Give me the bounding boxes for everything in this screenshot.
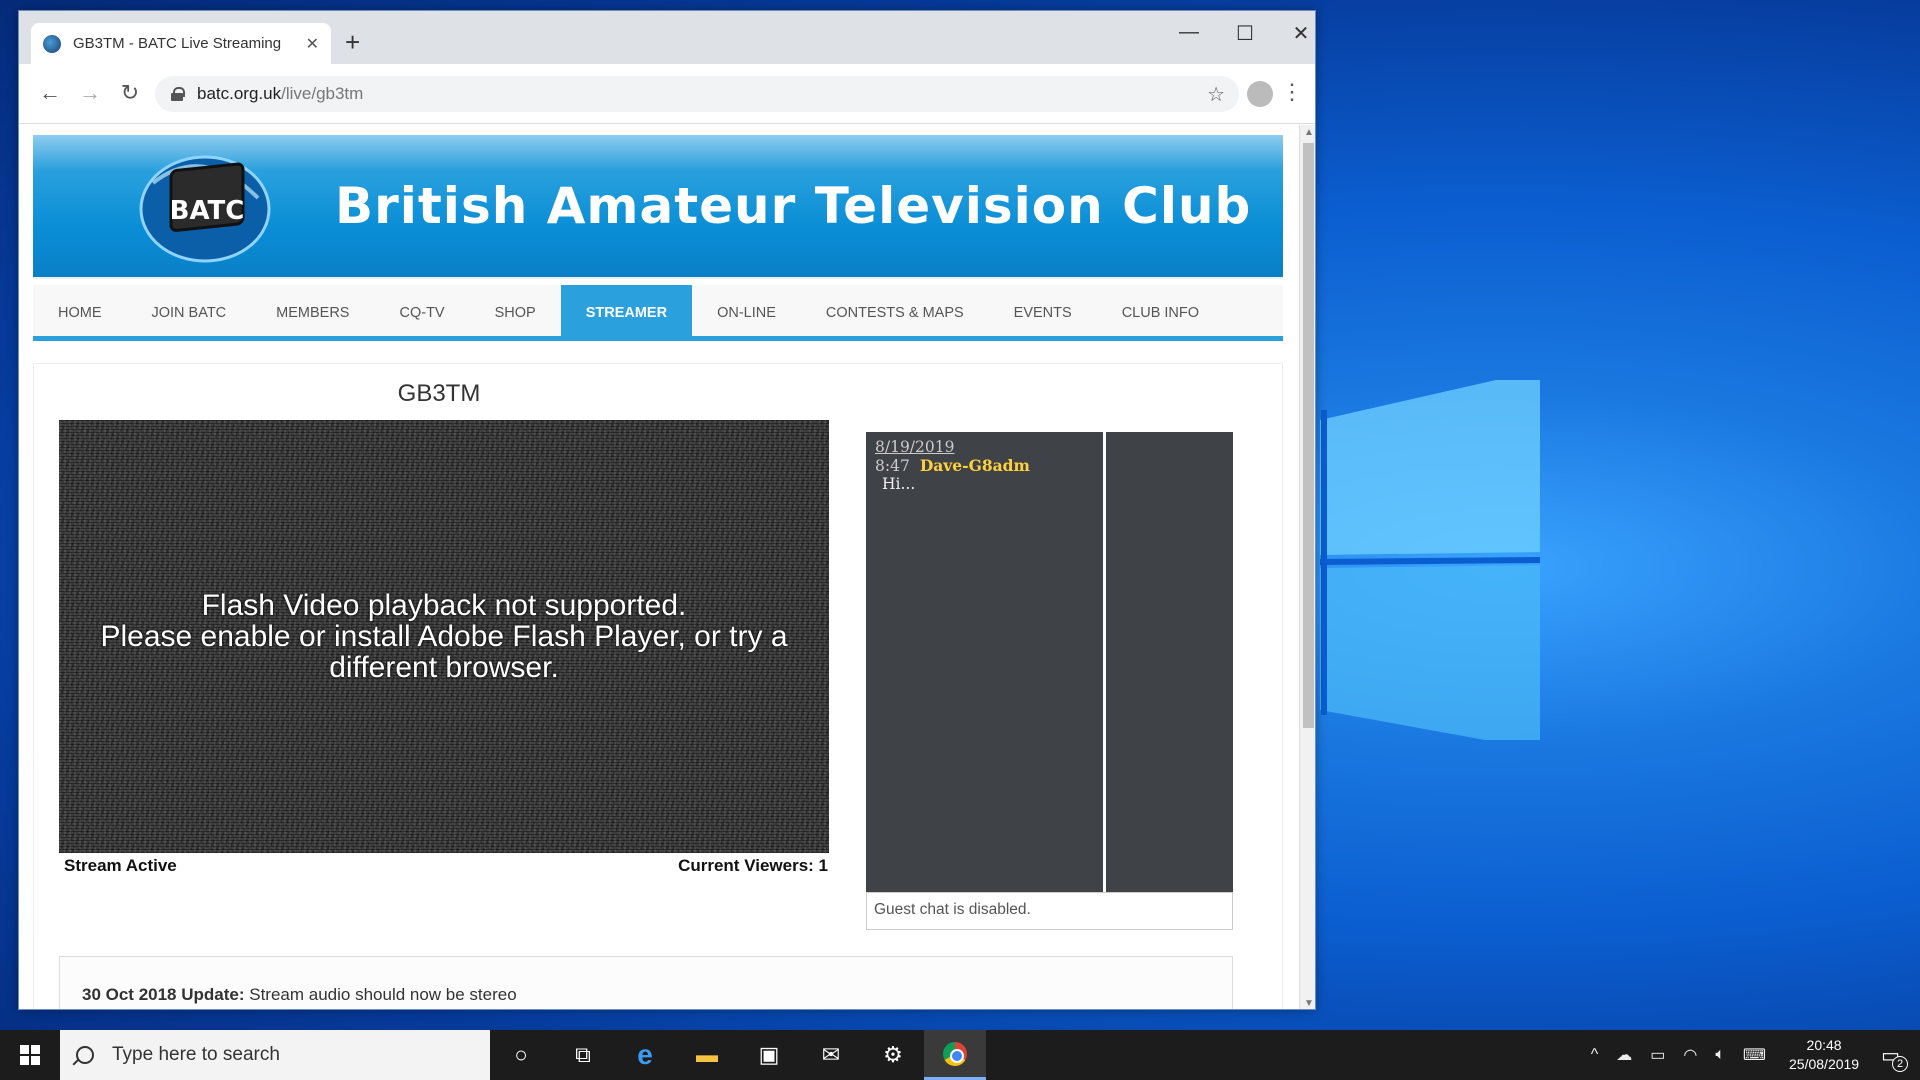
address-bar[interactable]: batc.org.uk/live/gb3tm ☆ <box>155 76 1239 112</box>
video-player[interactable]: Flash Video playback not supported. Plea… <box>59 420 829 853</box>
flash-message-line2: Please enable or install Adobe Flash Pla… <box>100 620 788 684</box>
url-path: /live/gb3tm <box>281 84 364 103</box>
menu-dots-icon[interactable]: ⋮ <box>1281 79 1303 105</box>
nav-shop[interactable]: SHOP <box>470 285 561 341</box>
lock-icon[interactable] <box>171 87 185 101</box>
chat-date: 8/19/2019 <box>875 438 955 456</box>
main-nav: HOME JOIN BATC MEMBERS CQ-TV SHOP STREAM… <box>33 285 1283 341</box>
chat-message-user: Dave-G8adm <box>919 456 1030 475</box>
nav-club-info[interactable]: CLUB INFO <box>1097 285 1224 341</box>
reload-icon[interactable]: ↻ <box>115 80 145 106</box>
update-message: Stream audio should now be stereo <box>244 985 517 1004</box>
stream-content: GB3TM Flash Video playback not supported… <box>33 363 1283 1009</box>
keyboard-icon[interactable]: ⌨ <box>1743 1045 1766 1065</box>
flash-message-line1: Flash Video playback not supported. <box>201 589 687 622</box>
page-title: GB3TM <box>397 380 481 407</box>
windows-taskbar: Type here to search ○ ⧉ e ▬ ▣ ✉ ⚙ ^ ☁ ▭ … <box>0 1030 1920 1080</box>
batc-favicon-icon <box>43 34 61 53</box>
start-button[interactable] <box>0 1030 60 1080</box>
viewer-count: Current Viewers: 1 <box>678 856 828 875</box>
battery-icon[interactable]: ▭ <box>1650 1045 1665 1065</box>
clock-time: 20:48 <box>1806 1037 1842 1053</box>
search-placeholder: Type here to search <box>112 1044 280 1065</box>
batc-logo[interactable]: BATC <box>133 153 273 265</box>
scroll-thumb[interactable] <box>1303 143 1314 728</box>
forward-arrow-icon[interactable]: → <box>75 80 105 106</box>
onedrive-icon[interactable]: ☁ <box>1616 1045 1632 1065</box>
chat-message: 8:47 Dave-G8adm Hi... <box>875 456 1094 493</box>
chat-message-text: Hi... <box>882 475 916 493</box>
site-title: British Amateur Television Club <box>335 177 1252 235</box>
chat-messages[interactable]: 8/19/2019 8:47 Dave-G8adm Hi... <box>866 432 1106 892</box>
new-tab-button[interactable]: + <box>345 27 360 58</box>
site-banner: BATC British Amateur Television Club <box>33 135 1283 279</box>
browser-toolbar: ← → ↻ batc.org.uk/live/gb3tm ☆ ⋮ <box>19 64 1315 124</box>
task-view-icon[interactable]: ⧉ <box>552 1030 614 1080</box>
windows-start-icon <box>20 1045 40 1065</box>
show-hidden-icons-icon[interactable]: ^ <box>1591 1046 1599 1064</box>
clock-date: 25/08/2019 <box>1789 1056 1860 1072</box>
nav-join-batc[interactable]: JOIN BATC <box>127 285 252 341</box>
chrome-logo-icon <box>943 1041 967 1066</box>
notification-icon[interactable]: ▭ 2 <box>1881 1043 1908 1072</box>
nav-contests-maps[interactable]: CONTESTS & MAPS <box>801 285 989 341</box>
title-bar: GB3TM - BATC Live Streaming ✕ + — ☐ ✕ <box>19 11 1315 64</box>
scroll-up-icon[interactable]: ▲ <box>1300 127 1315 138</box>
flash-unsupported-message: Flash Video playback not supported. Plea… <box>74 590 814 683</box>
nav-cq-tv[interactable]: CQ-TV <box>374 285 469 341</box>
nav-on-line[interactable]: ON-LINE <box>692 285 801 341</box>
taskbar-search[interactable]: Type here to search <box>60 1030 490 1080</box>
close-window-button[interactable]: ✕ <box>1281 21 1315 46</box>
chat-message-time: 8:47 <box>875 457 910 475</box>
scroll-down-icon[interactable]: ▼ <box>1300 998 1315 1009</box>
settings-icon[interactable]: ⚙ <box>862 1030 924 1080</box>
volume-icon[interactable]: 🔈︎ <box>1715 1046 1725 1064</box>
page-scrollbar[interactable]: ▲ ▼ <box>1299 125 1315 1009</box>
nav-home[interactable]: HOME <box>33 285 127 341</box>
file-explorer-icon[interactable]: ▬ <box>676 1030 738 1080</box>
chat-user-list[interactable] <box>1109 432 1233 892</box>
star-icon[interactable]: ☆ <box>1207 82 1225 107</box>
notification-badge: 2 <box>1892 1055 1908 1072</box>
search-icon <box>76 1046 94 1064</box>
url-host: batc.org.uk <box>197 84 282 103</box>
back-arrow-icon[interactable]: ← <box>35 80 65 106</box>
page-viewport: BATC British Amateur Television Club HOM… <box>19 125 1299 1009</box>
nav-streamer[interactable]: STREAMER <box>560 285 693 341</box>
chrome-icon[interactable] <box>924 1030 986 1080</box>
update-notice: 30 Oct 2018 Update: Stream audio should … <box>59 956 1233 1009</box>
logo-text: BATC <box>170 196 245 226</box>
chat-panel: 8/19/2019 8:47 Dave-G8adm Hi... <box>866 432 1233 892</box>
nav-members[interactable]: MEMBERS <box>251 285 374 341</box>
nav-events[interactable]: EVENTS <box>989 285 1097 341</box>
mail-icon[interactable]: ✉ <box>800 1030 862 1080</box>
windows-logo-wallpaper <box>1320 380 1540 740</box>
desktop-icons-edge <box>0 150 18 1010</box>
chat-disabled-notice: Guest chat is disabled. <box>866 892 1233 930</box>
update-date: 30 Oct 2018 Update: <box>82 985 245 1004</box>
minimize-button[interactable]: — <box>1169 21 1209 44</box>
edge-icon[interactable]: e <box>614 1030 676 1080</box>
tab-title: GB3TM - BATC Live Streaming <box>73 35 282 52</box>
profile-icon[interactable] <box>1247 81 1273 107</box>
update-text: 30 Oct 2018 Update: Stream audio should … <box>82 985 1210 1005</box>
chrome-window: GB3TM - BATC Live Streaming ✕ + — ☐ ✕ ← … <box>18 10 1316 1010</box>
maximize-button[interactable]: ☐ <box>1225 21 1265 46</box>
browser-tab[interactable]: GB3TM - BATC Live Streaming ✕ <box>31 23 331 64</box>
store-icon[interactable]: ▣ <box>738 1030 800 1080</box>
wifi-icon[interactable]: ◠ <box>1683 1045 1697 1065</box>
system-tray: ^ ☁ ▭ ◠ 🔈︎ ⌨ 20:48 25/08/2019 ▭ 2 <box>1582 1030 1920 1080</box>
stream-status: Stream Active <box>64 856 177 875</box>
taskbar-clock[interactable]: 20:48 25/08/2019 <box>1789 1036 1859 1074</box>
tab-close-icon[interactable]: ✕ <box>306 34 319 54</box>
cortana-icon[interactable]: ○ <box>490 1030 552 1080</box>
